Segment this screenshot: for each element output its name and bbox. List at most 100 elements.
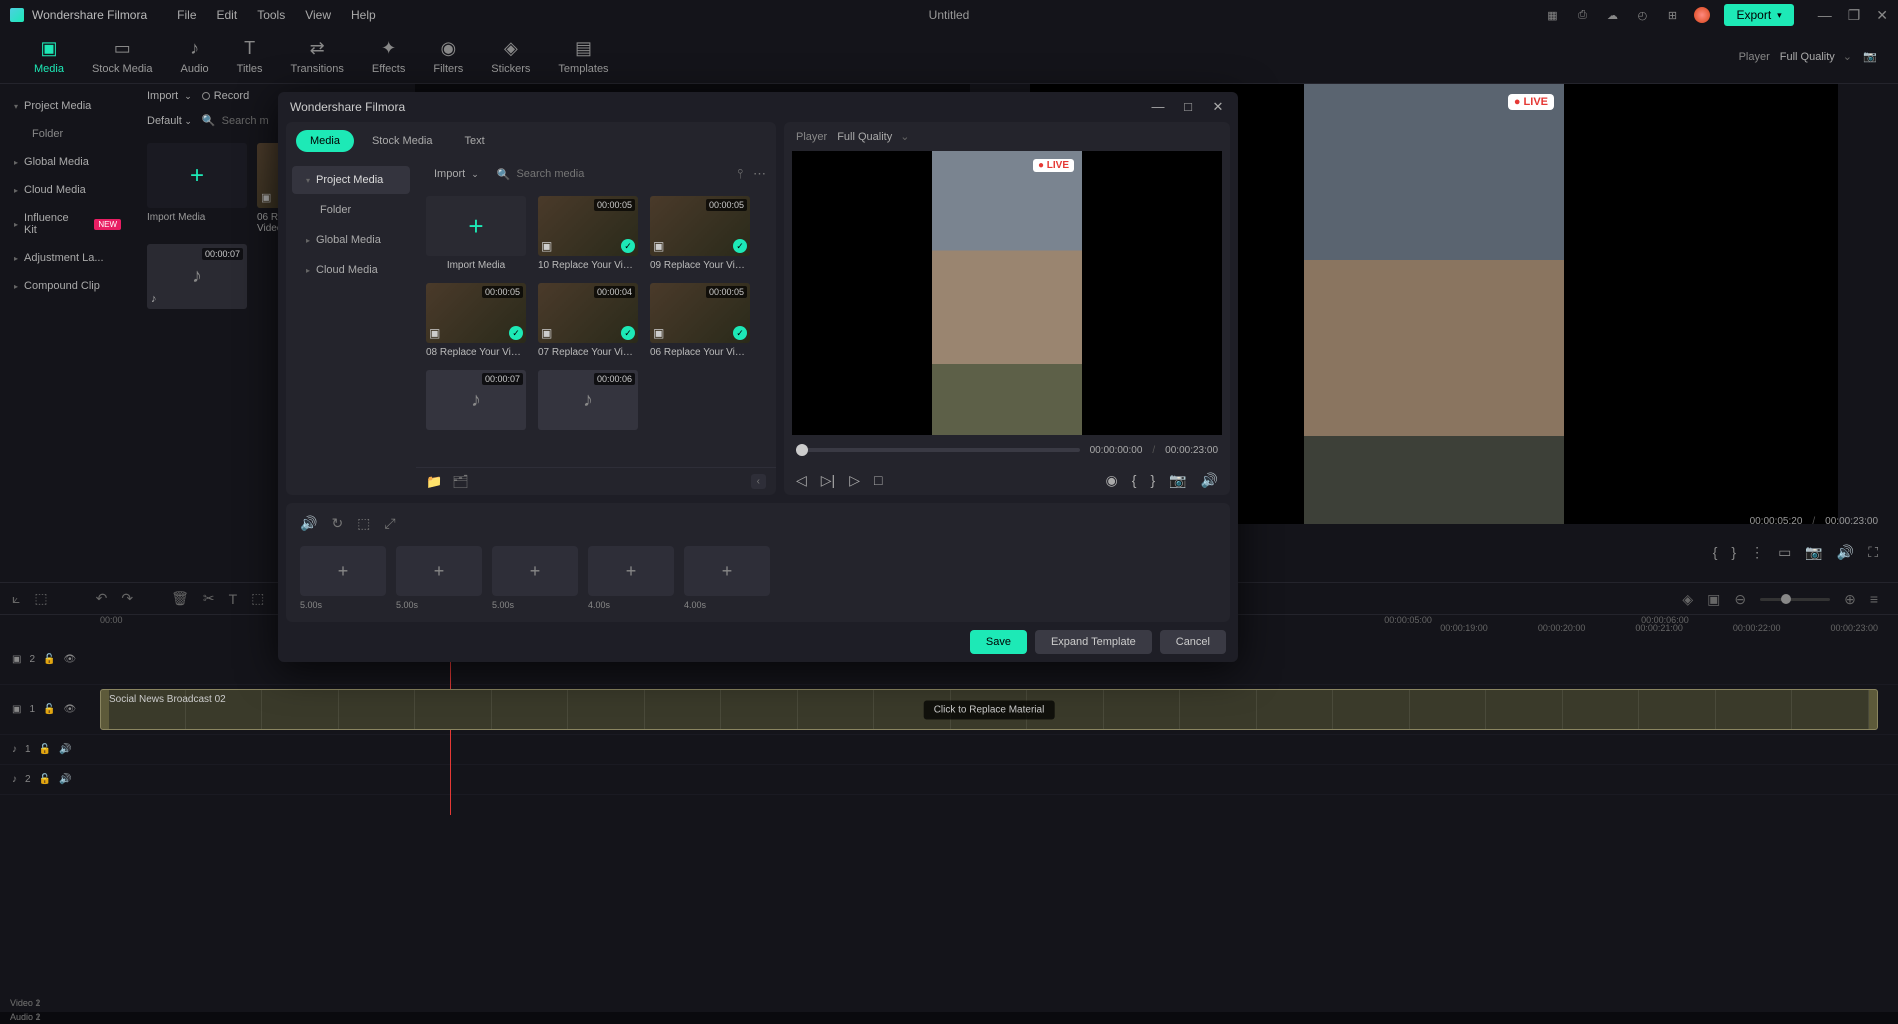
fullscreen-icon[interactable]: ⛶ <box>1868 544 1878 561</box>
modal-tree-cloud-media[interactable]: ▸Cloud Media <box>292 256 410 284</box>
apps-icon[interactable]: ⊞ <box>1664 7 1680 23</box>
modal-tree-folder[interactable]: Folder <box>292 196 410 224</box>
modal-import-media-tile[interactable]: + Import Media <box>426 196 526 271</box>
menu-help[interactable]: Help <box>351 8 376 22</box>
bg-tree-compound[interactable]: ▸Compound Clip <box>0 272 135 300</box>
delete-icon[interactable]: 🗑 <box>171 590 189 607</box>
snapshot-icon[interactable]: 📷 <box>1169 472 1186 489</box>
render-icon[interactable]: ◉ <box>1106 472 1118 489</box>
track-video-1[interactable]: ▣1🔓👁 Video 1 Social News Broadcast 02 Cl… <box>0 685 1898 735</box>
template-slot[interactable]: + 5.00s <box>396 546 482 610</box>
save-button[interactable]: Save <box>970 630 1027 654</box>
modal-media-thumb[interactable]: 00:00:04 ▣ ✓ 07 Replace Your Video <box>538 283 638 358</box>
bg-tree-global-media[interactable]: ▸Global Media <box>0 148 135 176</box>
mute-icon[interactable]: 🔊 <box>59 744 71 755</box>
text-tool-icon[interactable]: T <box>229 591 238 607</box>
minimize-button[interactable]: — <box>1818 7 1832 24</box>
redo-icon[interactable]: ↷ <box>121 590 133 607</box>
modal-search-box[interactable]: 🔍 <box>497 168 728 181</box>
lock-icon[interactable]: 🔓 <box>39 744 51 755</box>
volume-icon[interactable]: 🔊 <box>1201 472 1218 489</box>
modal-media-thumb[interactable]: 00:00:05 ▣ ✓ 08 Replace Your Video <box>426 283 526 358</box>
toolbar-stock-media[interactable]: ▭Stock Media <box>78 39 167 75</box>
track-audio-1[interactable]: ♪1🔓🔊 Audio 1 <box>0 735 1898 765</box>
export-button[interactable]: Export <box>1724 4 1793 26</box>
mark-out-icon[interactable]: } <box>1731 544 1736 561</box>
mute-icon[interactable]: 👁 <box>63 654 76 665</box>
pointer-tool-icon[interactable]: ⟀ <box>12 590 20 607</box>
bg-search-box[interactable]: 🔍Search m <box>202 114 269 127</box>
bg-tree-influence-kit[interactable]: ▸Influence KitNEW <box>0 204 135 244</box>
clip-replace-hint[interactable]: Click to Replace Material <box>924 700 1055 719</box>
quality-select[interactable]: Full Quality <box>1780 50 1852 63</box>
bg-tree-adjustment[interactable]: ▸Adjustment La... <box>0 244 135 272</box>
modal-tab-stock-media[interactable]: Stock Media <box>358 130 447 152</box>
layout-icon[interactable]: ▦ <box>1544 7 1560 23</box>
bg-tree-project-media[interactable]: ▾Project Media <box>0 92 135 120</box>
modal-media-thumb-audio[interactable]: 00:00:07 ♪ <box>426 370 526 430</box>
modal-import-button[interactable]: Import <box>426 164 487 184</box>
track-audio-2[interactable]: ♪2🔓🔊 Audio 2 <box>0 765 1898 795</box>
bg-record-button[interactable]: Record <box>202 90 249 102</box>
template-slot[interactable]: + 4.00s <box>684 546 770 610</box>
notification-icon[interactable]: ◴ <box>1634 7 1650 23</box>
modal-quality-select[interactable]: Full Quality <box>837 130 909 143</box>
lock-icon[interactable]: 🔓 <box>43 704 55 715</box>
more-icon[interactable]: ⋯ <box>753 166 766 182</box>
modal-search-input[interactable] <box>516 168 727 180</box>
user-avatar[interactable] <box>1694 7 1710 23</box>
template-slot[interactable]: + 4.00s <box>588 546 674 610</box>
filter-icon[interactable]: ⫯ <box>737 166 743 182</box>
toolbar-media[interactable]: ▣Media <box>20 39 78 75</box>
new-folder-icon[interactable]: 📁 <box>426 474 442 490</box>
modal-tree-project-media[interactable]: ▾Project Media <box>292 166 410 194</box>
maximize-button[interactable]: ❐ <box>1848 7 1861 24</box>
modal-tab-text[interactable]: Text <box>451 130 499 152</box>
undo-icon[interactable]: ↶ <box>96 590 108 607</box>
bg-media-thumb-audio[interactable]: 00:00:07 ♪ ♪ <box>147 244 247 309</box>
toolbar-effects[interactable]: ✦Effects <box>358 39 419 75</box>
modal-progress-bar[interactable] <box>796 448 1080 452</box>
cut-icon[interactable]: ✂ <box>203 590 215 607</box>
mark-in-icon[interactable]: { <box>1132 472 1137 488</box>
toolbar-templates[interactable]: ▤Templates <box>544 39 622 75</box>
modal-media-thumb-audio[interactable]: 00:00:06 ♪ <box>538 370 638 430</box>
toolbar-filters[interactable]: ◉Filters <box>419 39 477 75</box>
mark-out-icon[interactable]: } <box>1150 472 1155 488</box>
modal-media-thumb[interactable]: 00:00:05 ▣ ✓ 10 Replace Your Video <box>538 196 638 271</box>
menu-view[interactable]: View <box>305 8 331 22</box>
transform-tool-icon[interactable]: ⤢ <box>384 515 395 532</box>
snapshot-icon[interactable]: 📷 <box>1862 49 1878 65</box>
modal-minimize-button[interactable]: — <box>1150 99 1166 115</box>
select-tool-icon[interactable]: ⬚ <box>34 590 47 607</box>
rotate-tool-icon[interactable]: ↻ <box>331 515 343 532</box>
play-forward-button[interactable]: ▷| <box>821 472 835 489</box>
bg-sort-button[interactable]: Default <box>147 115 192 127</box>
crop-tool-icon[interactable]: ⬚ <box>357 515 370 532</box>
play-button[interactable]: ▷ <box>849 472 860 489</box>
close-button[interactable]: ✕ <box>1876 7 1888 24</box>
zoom-in-icon[interactable]: ⊕ <box>1844 591 1856 608</box>
modal-tree-global-media[interactable]: ▸Global Media <box>292 226 410 254</box>
bg-tree-folder[interactable]: Folder <box>0 120 135 148</box>
crop-tool-icon[interactable]: ⬚ <box>251 590 264 607</box>
marker-icon[interactable]: ◈ <box>1682 591 1693 608</box>
mark-in-icon[interactable]: { <box>1713 544 1718 561</box>
cloud-icon[interactable]: ☁ <box>1604 7 1620 23</box>
toolbar-audio[interactable]: ♪Audio <box>167 39 223 75</box>
bg-import-button[interactable]: Import <box>147 90 192 102</box>
menu-file[interactable]: File <box>177 8 196 22</box>
collapse-sidebar-icon[interactable]: ‹ <box>751 474 766 489</box>
zoom-out-icon[interactable]: ⊖ <box>1734 591 1746 608</box>
lock-icon[interactable]: 🔓 <box>43 654 55 665</box>
bg-import-media-tile[interactable]: + Import Media <box>147 143 247 234</box>
menu-tools[interactable]: Tools <box>257 8 285 22</box>
progress-handle[interactable] <box>796 444 808 456</box>
cancel-button[interactable]: Cancel <box>1160 630 1226 654</box>
modal-maximize-button[interactable]: □ <box>1180 99 1196 115</box>
modal-media-thumb[interactable]: 00:00:05 ▣ ✓ 06 Replace Your Video <box>650 283 750 358</box>
fit-icon[interactable]: ▣ <box>1707 591 1720 608</box>
template-slot[interactable]: + 5.00s <box>300 546 386 610</box>
camera-icon[interactable]: 📷 <box>1805 544 1822 561</box>
toolbar-stickers[interactable]: ◈Stickers <box>477 39 544 75</box>
